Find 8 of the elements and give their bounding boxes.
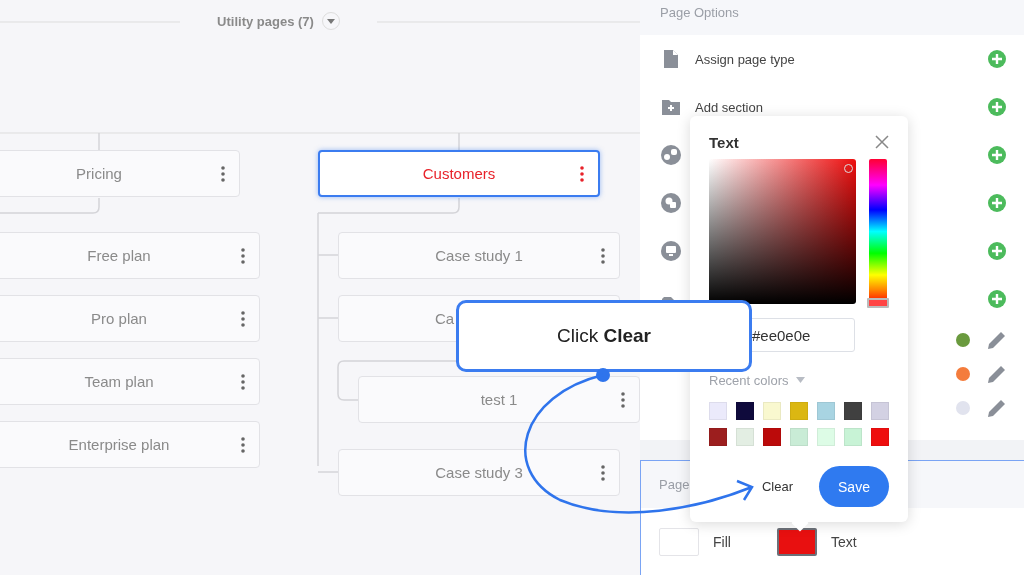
option-label: Assign page type: [695, 51, 796, 67]
option-label: Add section: [695, 99, 764, 115]
panel-title: Page Options: [640, 0, 1024, 35]
swatch-label: Text: [831, 534, 858, 550]
callout-text: Click Clear: [557, 325, 651, 347]
popover-title: Text: [709, 133, 739, 151]
section-label: Utility pages (7): [217, 13, 314, 29]
swatch-label: Fill: [713, 534, 732, 550]
